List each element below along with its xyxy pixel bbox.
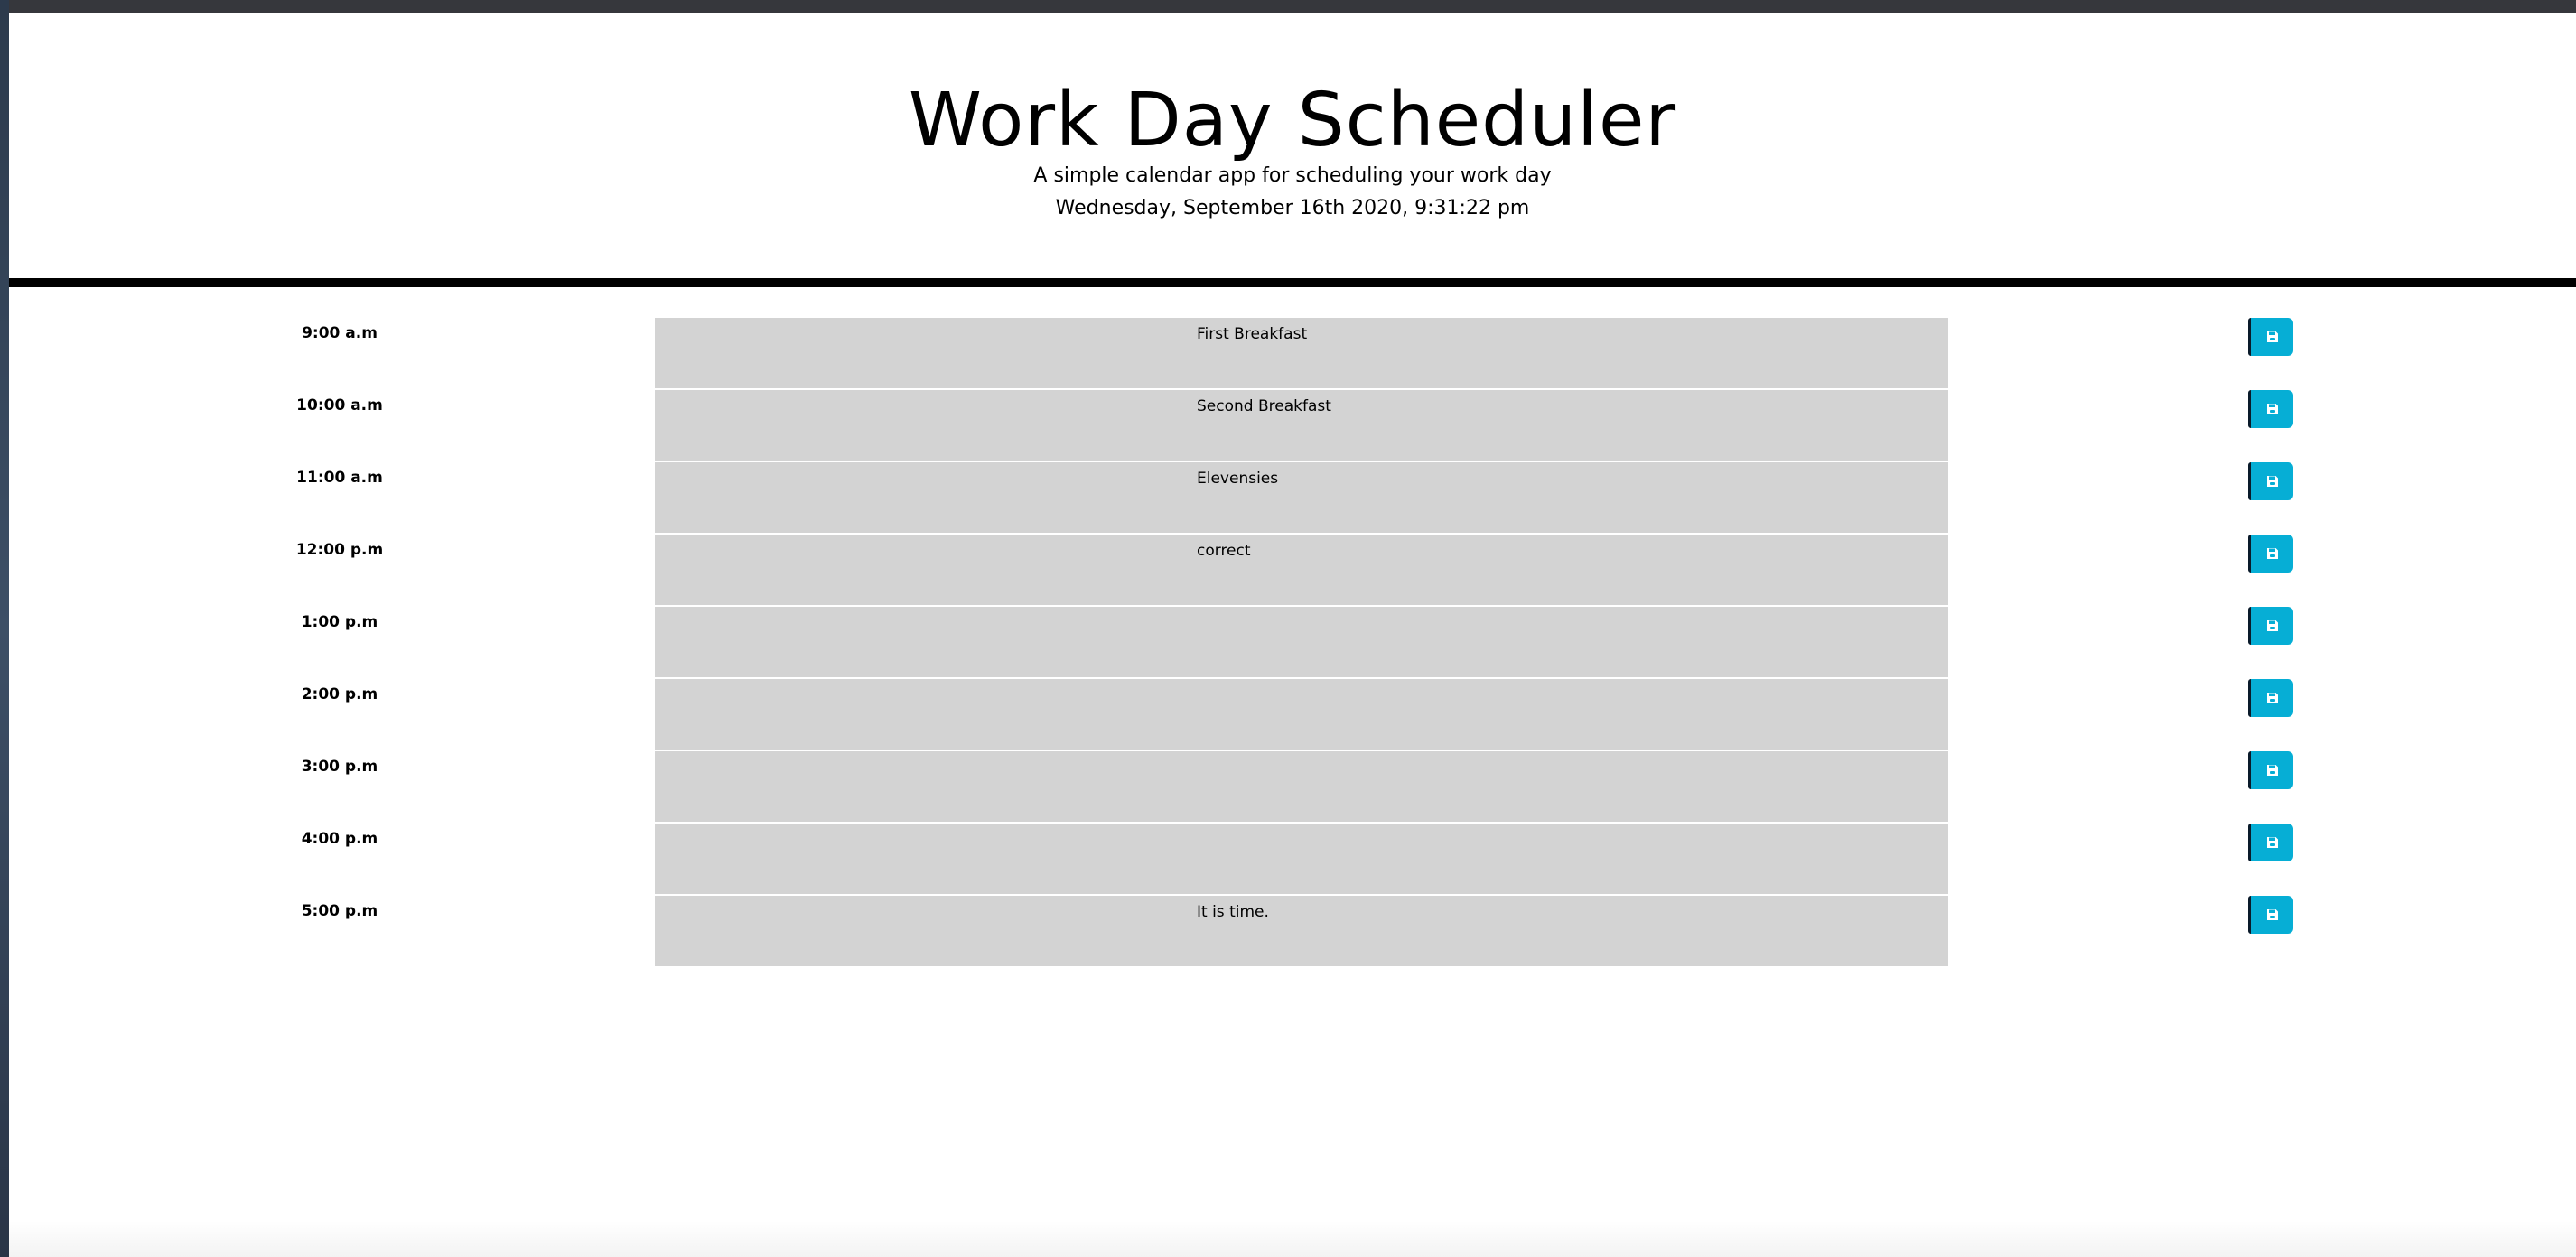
desktop-edge (0, 0, 9, 1257)
save-button[interactable] (2248, 535, 2293, 573)
jumbotron-header: Work Day Scheduler A simple calendar app… (9, 13, 2576, 287)
hour-label: 10:00 a.m (296, 396, 383, 414)
description-field[interactable] (655, 679, 1948, 751)
description-field[interactable]: First Breakfast (655, 318, 1948, 390)
hour-label: 1:00 p.m (301, 613, 378, 631)
hour-label: 2:00 p.m (301, 685, 378, 703)
save-button[interactable] (2248, 390, 2293, 428)
hour-label: 3:00 p.m (301, 758, 378, 776)
description-text: It is time. (1197, 903, 1269, 921)
hour-label: 4:00 p.m (301, 830, 378, 848)
description-field[interactable] (655, 751, 1948, 824)
floppy-disk-icon (2266, 476, 2278, 487)
save-button[interactable] (2248, 607, 2293, 645)
description-field[interactable] (655, 824, 1948, 896)
save-button[interactable] (2248, 751, 2293, 789)
bottom-shadow (9, 1221, 2576, 1257)
page: Work Day Scheduler A simple calendar app… (9, 13, 2576, 1257)
floppy-disk-icon (2266, 548, 2278, 559)
time-block-row: 10:00 a.m Second Breakfast (9, 390, 2576, 462)
floppy-disk-icon (2266, 404, 2278, 414)
save-button[interactable] (2248, 318, 2293, 356)
description-text: First Breakfast (1197, 325, 1308, 343)
time-block-row: 12:00 p.m correct (9, 535, 2576, 607)
floppy-disk-icon (2266, 909, 2278, 920)
save-button[interactable] (2248, 824, 2293, 861)
description-field[interactable]: correct (655, 535, 1948, 607)
browser-top-bar (0, 0, 2576, 13)
hour-label: 5:00 p.m (301, 902, 378, 920)
current-day: Wednesday, September 16th 2020, 9:31:22 … (1055, 197, 1530, 219)
save-button[interactable] (2248, 679, 2293, 717)
description-field[interactable] (655, 607, 1948, 679)
floppy-disk-icon (2266, 693, 2278, 703)
hour-label: 9:00 a.m (302, 324, 378, 342)
time-block-row: 3:00 p.m (9, 751, 2576, 824)
page-title: Work Day Scheduler (908, 78, 1677, 163)
page-subtitle: A simple calendar app for scheduling you… (1033, 164, 1552, 187)
description-field[interactable]: Second Breakfast (655, 390, 1948, 462)
description-text: Second Breakfast (1197, 397, 1331, 415)
time-block-row: 9:00 a.m First Breakfast (9, 318, 2576, 390)
description-field[interactable]: Elevensies (655, 462, 1948, 535)
time-block-row: 1:00 p.m (9, 607, 2576, 679)
time-block-row: 4:00 p.m (9, 824, 2576, 896)
floppy-disk-icon (2266, 765, 2278, 776)
description-field[interactable]: It is time. (655, 896, 1948, 968)
hour-label: 11:00 a.m (296, 469, 383, 487)
hour-label: 12:00 p.m (295, 541, 384, 559)
description-text: correct (1197, 542, 1251, 560)
time-block-row: 2:00 p.m (9, 679, 2576, 751)
floppy-disk-icon (2266, 331, 2278, 342)
floppy-disk-icon (2266, 620, 2278, 631)
time-block-row: 5:00 p.m It is time. (9, 896, 2576, 968)
save-button[interactable] (2248, 896, 2293, 934)
time-block-row: 11:00 a.m Elevensies (9, 462, 2576, 535)
description-text: Elevensies (1197, 470, 1279, 488)
floppy-disk-icon (2266, 837, 2278, 848)
save-button[interactable] (2248, 462, 2293, 500)
